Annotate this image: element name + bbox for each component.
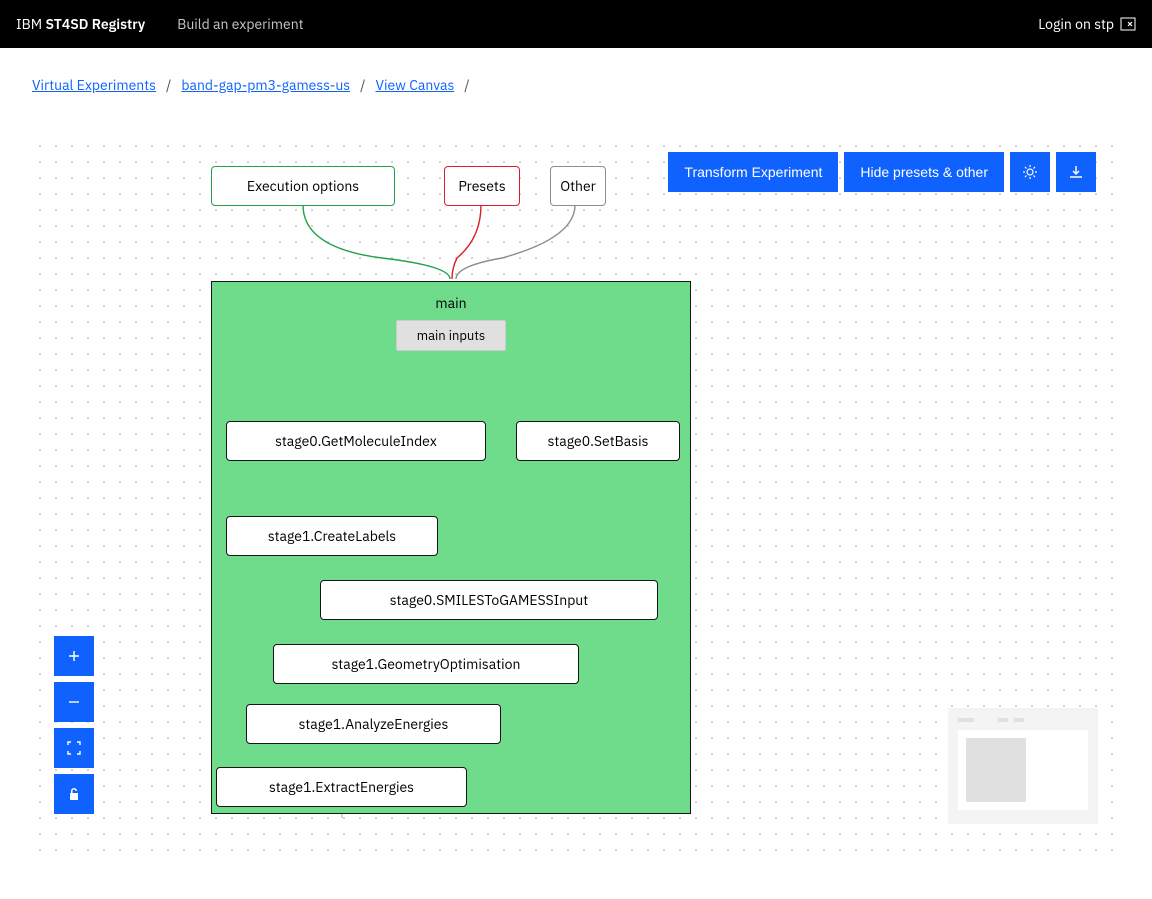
header-left: IBM ST4SD Registry Build an experiment — [16, 15, 304, 33]
breadcrumb-virtual-experiments[interactable]: Virtual Experiments — [32, 76, 156, 94]
node-label: stage0.SetBasis — [548, 432, 649, 450]
node-label: stage1.AnalyzeEnergies — [299, 715, 449, 733]
node-analyze-energies[interactable]: stage1.AnalyzeEnergies — [246, 704, 501, 744]
node-label: stage1.ExtractEnergies — [269, 778, 414, 796]
header: IBM ST4SD Registry Build an experiment L… — [0, 0, 1152, 48]
node-execution-options[interactable]: Execution options — [211, 166, 395, 206]
login-icon — [1120, 16, 1136, 32]
node-label: Other — [560, 177, 596, 195]
node-label: stage0.SMILESToGAMESSInput — [390, 591, 588, 609]
node-smiles-to-gamess[interactable]: stage0.SMILESToGAMESSInput — [320, 580, 658, 620]
node-set-basis[interactable]: stage0.SetBasis — [516, 421, 680, 461]
breadcrumb-separator: / — [360, 76, 365, 94]
main-title: main — [435, 294, 466, 312]
login-link[interactable]: Login on stp — [1038, 15, 1136, 33]
brand-name: ST4SD Registry — [45, 15, 145, 33]
node-label: stage1.GeometryOptimisation — [332, 655, 521, 673]
breadcrumb-separator: / — [166, 76, 171, 94]
breadcrumb-band-gap[interactable]: band-gap-pm3-gamess-us — [181, 76, 350, 94]
brand-prefix: IBM — [16, 15, 42, 33]
brand[interactable]: IBM ST4SD Registry — [16, 15, 145, 33]
breadcrumb-separator: / — [464, 76, 469, 94]
breadcrumbs: Virtual Experiments / band-gap-pm3-games… — [0, 48, 1152, 122]
node-label: Execution options — [247, 177, 359, 195]
node-label: stage0.GetMoleculeIndex — [275, 432, 437, 450]
node-extract-energies[interactable]: stage1.ExtractEnergies — [216, 767, 467, 807]
canvas[interactable]: Transform Experiment Hide presets & othe… — [32, 138, 1120, 858]
node-label: stage1.CreateLabels — [268, 527, 396, 545]
node-presets[interactable]: Presets — [444, 166, 520, 206]
graph: Execution options Presets Other main mai… — [32, 138, 1120, 858]
node-create-labels[interactable]: stage1.CreateLabels — [226, 516, 438, 556]
breadcrumb-view-canvas[interactable]: View Canvas — [376, 76, 455, 94]
main-inputs-badge[interactable]: main inputs — [396, 320, 506, 351]
node-get-molecule-index[interactable]: stage0.GetMoleculeIndex — [226, 421, 486, 461]
login-text: Login on stp — [1038, 15, 1114, 33]
node-geometry-optimisation[interactable]: stage1.GeometryOptimisation — [273, 644, 579, 684]
node-label: Presets — [458, 177, 505, 195]
node-other[interactable]: Other — [550, 166, 606, 206]
nav-build-experiment[interactable]: Build an experiment — [177, 15, 303, 33]
